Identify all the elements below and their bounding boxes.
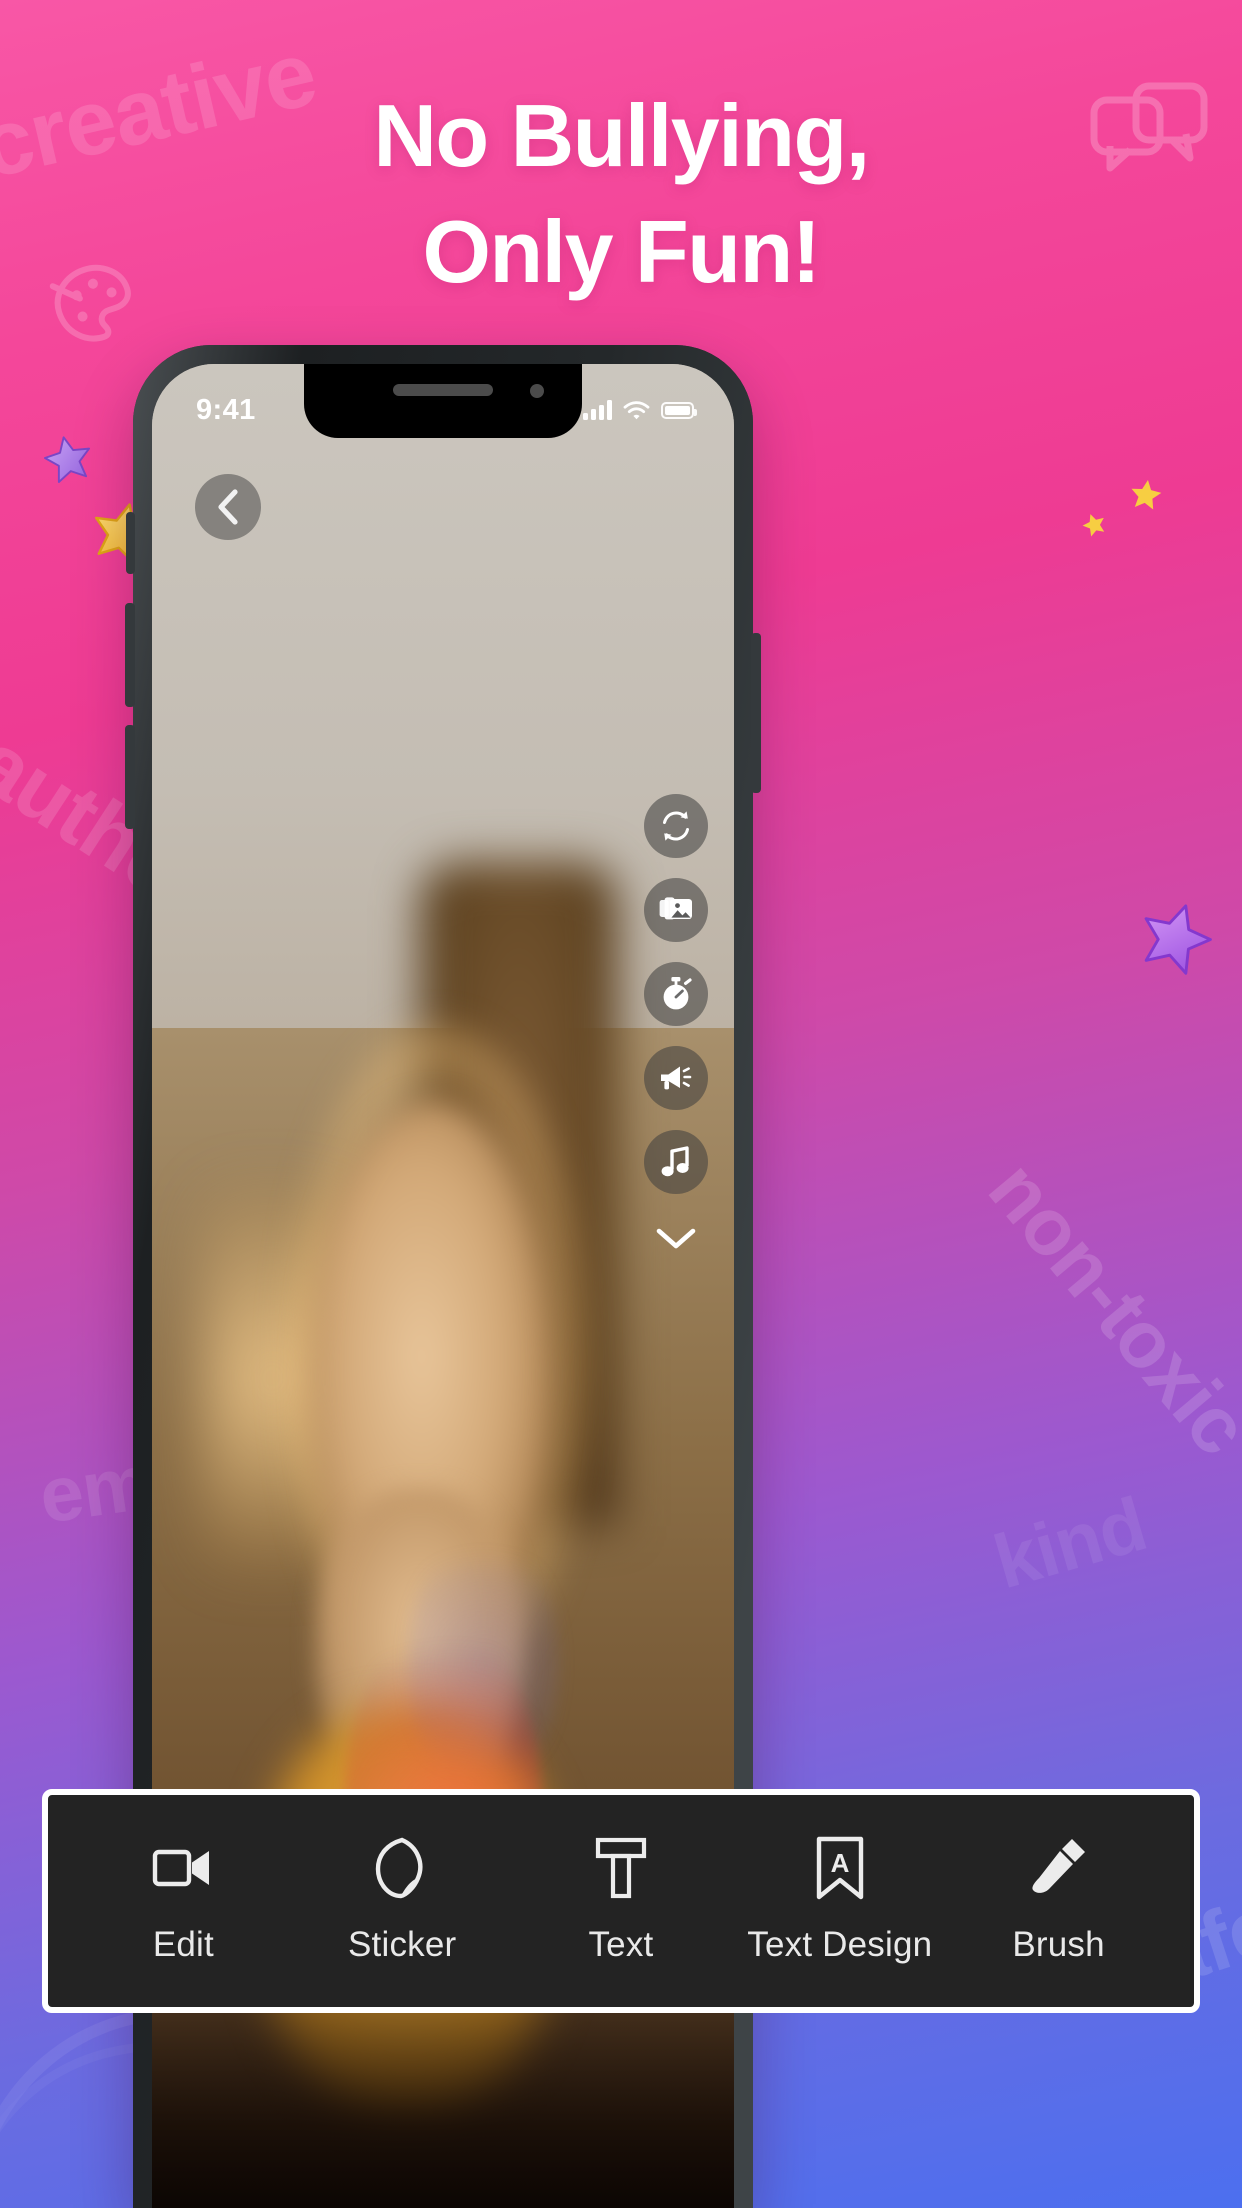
phone-mute-switch	[126, 512, 135, 574]
phone-volume-down	[125, 725, 135, 829]
star-yellow-small	[1128, 476, 1164, 512]
music-note-icon[interactable]	[644, 1130, 708, 1194]
toolbar-item-text-design[interactable]: A Text Design	[745, 1836, 935, 1965]
battery-full-icon	[661, 401, 697, 419]
toolbar-label: Text	[588, 1925, 654, 1964]
cellular-signal-icon	[583, 400, 612, 420]
back-button[interactable]	[195, 474, 261, 540]
toolbar-label: Sticker	[348, 1925, 457, 1964]
sticker-leaf-icon	[374, 1837, 430, 1899]
phone-volume-up	[125, 603, 135, 707]
front-camera-dot	[530, 384, 544, 398]
star-violet	[1131, 891, 1222, 982]
text-t-icon	[595, 1837, 647, 1899]
camera-tool-rail	[644, 794, 708, 1262]
phone-power-button	[751, 633, 761, 793]
toolbar-item-sticker[interactable]: Sticker	[307, 1837, 497, 1965]
bookmark-a-icon: A	[815, 1836, 865, 1900]
svg-text:A: A	[830, 1848, 849, 1878]
phone-notch	[304, 364, 582, 438]
wifi-icon	[623, 401, 650, 420]
timer-icon[interactable]	[644, 962, 708, 1026]
flip-camera-icon[interactable]	[644, 794, 708, 858]
toolbar-item-text[interactable]: Text	[526, 1837, 716, 1965]
star-yellow-tiny	[1079, 509, 1110, 540]
watermark-non-toxic: non-toxic	[972, 1144, 1242, 1471]
chevron-left-icon	[218, 489, 238, 525]
earpiece-speaker	[393, 384, 493, 396]
paintbrush-icon	[1031, 1837, 1087, 1899]
headline-line-2: Only Fun!	[422, 202, 821, 302]
watermark-kind: kind	[984, 1481, 1155, 1606]
promo-screenshot: creative authentic empowering non-toxic …	[0, 0, 1242, 2208]
editor-toolbar: Edit Sticker Text A Text Design Brush	[42, 1789, 1200, 2013]
video-camera-icon	[152, 1837, 214, 1899]
status-time: 9:41	[196, 393, 256, 426]
star-purple	[40, 430, 97, 487]
chevron-down-icon[interactable]	[644, 1216, 708, 1262]
toolbar-item-brush[interactable]: Brush	[964, 1837, 1154, 1965]
toolbar-label: Edit	[152, 1925, 214, 1964]
page-title: No Bullying, Only Fun!	[0, 78, 1242, 310]
gallery-icon[interactable]	[644, 878, 708, 942]
headline-line-1: No Bullying,	[373, 86, 870, 185]
toolbar-label: Text Design	[747, 1925, 933, 1964]
megaphone-icon[interactable]	[644, 1046, 708, 1110]
toolbar-label: Brush	[1012, 1925, 1105, 1964]
toolbar-item-edit[interactable]: Edit	[88, 1837, 278, 1965]
